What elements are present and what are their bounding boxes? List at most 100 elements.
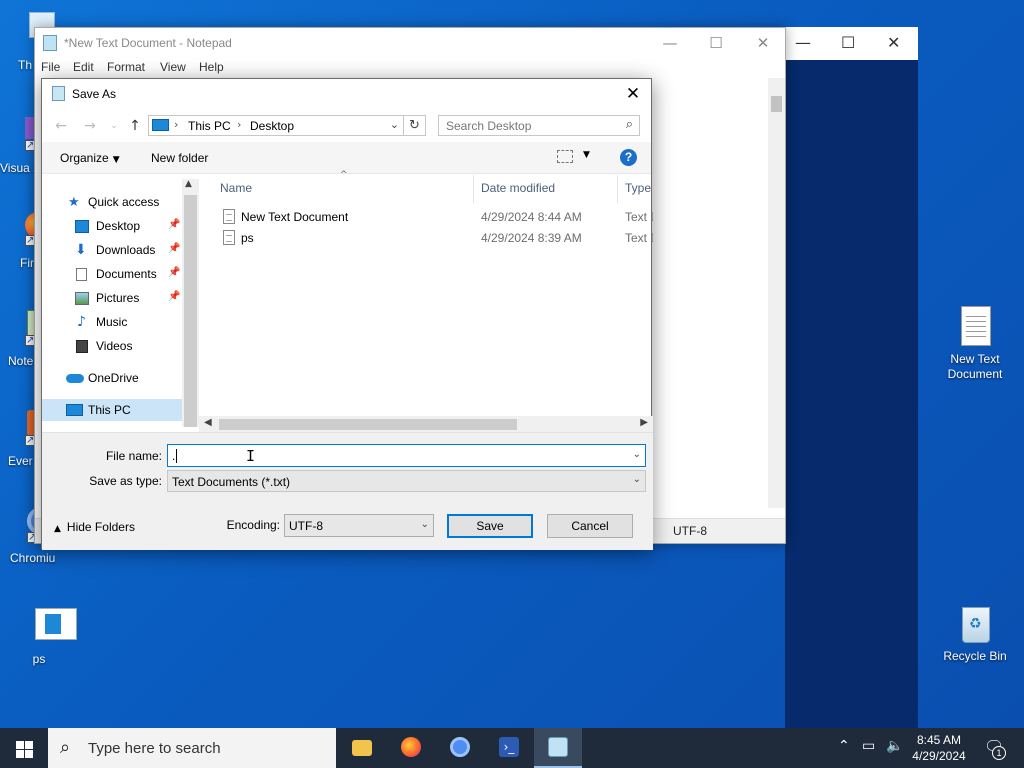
- desktop-icon: [75, 220, 89, 233]
- sidebar-item-label: Quick access: [88, 195, 160, 209]
- file-row[interactable]: New Text Document 4/29/2024 8:44 AM Text…: [199, 206, 653, 227]
- organize-label: Organize: [60, 151, 109, 165]
- menu-edit[interactable]: Edit: [73, 60, 94, 74]
- organize-button[interactable]: Organize ▼: [60, 151, 120, 165]
- column-divider[interactable]: [617, 175, 618, 203]
- pin-icon[interactable]: 📌: [168, 291, 180, 302]
- show-hidden-icons-icon[interactable]: ⌃: [838, 738, 850, 754]
- star-icon: ★: [68, 195, 80, 210]
- pictures-icon: [75, 292, 89, 305]
- file-name-input[interactable]: . I ⌄: [167, 444, 646, 467]
- file-name: ps: [241, 231, 254, 245]
- chevron-down-icon[interactable]: ▼: [583, 150, 590, 160]
- up-arrow-icon[interactable]: ↑: [125, 116, 145, 136]
- column-header-type[interactable]: Type: [625, 181, 651, 195]
- network-icon[interactable]: ▭: [862, 738, 875, 754]
- chevron-down-icon[interactable]: ⌄: [633, 449, 641, 460]
- maximize-button[interactable]: ☐: [693, 31, 739, 55]
- encoding-label: Encoding:: [226, 518, 280, 532]
- taskbar-clock[interactable]: 8:45 AM 4/29/2024: [906, 732, 972, 764]
- file-list-horizontal-scrollbar[interactable]: ◀ ▶: [199, 416, 653, 433]
- address-bar[interactable]: › This PC › Desktop ⌄: [148, 115, 404, 136]
- desktop-icon-ps[interactable]: ps: [2, 606, 77, 667]
- taskbar-powershell[interactable]: ›_: [485, 728, 533, 768]
- desktop-icon-label: New Text Document: [947, 352, 1003, 381]
- column-header-name[interactable]: Name: [220, 181, 252, 195]
- scroll-left-icon[interactable]: ◀: [204, 417, 212, 428]
- taskbar-search-box[interactable]: ⌕ Type here to search: [48, 728, 336, 768]
- breadcrumb-separator-icon[interactable]: ›: [237, 118, 241, 131]
- taskbar-file-explorer[interactable]: [338, 728, 386, 768]
- background-window-content: [785, 60, 918, 728]
- dialog-title: Save As: [72, 87, 117, 101]
- breadcrumb-desktop[interactable]: Desktop: [250, 119, 294, 133]
- help-icon[interactable]: ?: [620, 149, 637, 166]
- save-as-dialog[interactable]: Save As ✕ ← → ⌄ ↑ › This PC › Desktop ⌄ …: [41, 78, 653, 550]
- sidebar-item-label: Desktop: [96, 219, 141, 233]
- notepad-vertical-scrollbar[interactable]: [768, 78, 785, 508]
- start-button[interactable]: [0, 728, 48, 768]
- save-as-type-label: Save as type:: [89, 474, 162, 488]
- sidebar-item-label: Music: [96, 315, 128, 329]
- scroll-right-icon[interactable]: ▶: [640, 417, 648, 428]
- desktop-icon-new-text-document[interactable]: New Text Document: [938, 306, 1012, 382]
- save-button[interactable]: Save: [447, 514, 533, 538]
- taskbar-notepad[interactable]: [534, 728, 582, 768]
- save-as-type-select[interactable]: Text Documents (*.txt) ⌄: [167, 470, 646, 492]
- breadcrumb-separator-icon[interactable]: ›: [174, 118, 178, 131]
- column-divider[interactable]: [473, 175, 474, 203]
- taskbar-firefox[interactable]: [387, 728, 435, 768]
- forward-arrow-icon[interactable]: →: [80, 116, 100, 136]
- recent-locations-icon[interactable]: ⌄: [104, 116, 124, 136]
- cancel-button[interactable]: Cancel: [547, 514, 633, 538]
- pin-icon[interactable]: 📌: [168, 243, 180, 254]
- menu-help[interactable]: Help: [199, 60, 224, 74]
- minimize-icon[interactable]: —: [795, 33, 811, 52]
- maximize-icon[interactable]: ☐: [841, 33, 855, 52]
- notepad-icon: [548, 737, 568, 757]
- chevron-down-icon: ⌄: [632, 474, 641, 485]
- taskbar-chromium[interactable]: [436, 728, 484, 768]
- pin-icon[interactable]: 📌: [168, 219, 180, 230]
- menu-file[interactable]: File: [41, 60, 60, 74]
- back-arrow-icon[interactable]: ←: [51, 116, 71, 136]
- chevron-down-icon[interactable]: ⌄: [390, 118, 399, 131]
- file-row[interactable]: ps 4/29/2024 8:39 AM Text Document: [199, 227, 653, 248]
- refresh-button[interactable]: ↻: [404, 115, 426, 136]
- notification-center-button[interactable]: 🗨 1: [978, 728, 1018, 768]
- minimize-button[interactable]: —: [647, 31, 693, 55]
- taskbar: ⌕ Type here to search ›_ ⌃ ▭ 🔈 8:45 AM 4…: [0, 728, 1024, 768]
- encoding-select[interactable]: UTF-8 ⌄: [284, 514, 434, 537]
- close-button[interactable]: ✕: [621, 83, 645, 105]
- menu-view[interactable]: View: [160, 60, 186, 74]
- view-options-icon[interactable]: [557, 150, 573, 163]
- background-window[interactable]: — ☐ ✕: [785, 27, 918, 728]
- file-date-modified: 4/29/2024 8:39 AM: [481, 231, 582, 245]
- notepad-icon: [52, 86, 65, 101]
- sidebar-item-label: This PC: [88, 403, 131, 417]
- file-name: New Text Document: [241, 210, 349, 224]
- close-icon[interactable]: ✕: [887, 33, 900, 52]
- scrollbar-thumb[interactable]: [184, 195, 197, 427]
- volume-muted-icon[interactable]: 🔈: [886, 738, 903, 754]
- breadcrumb-this-pc[interactable]: This PC: [188, 119, 231, 133]
- column-header-date-modified[interactable]: Date modified: [481, 181, 555, 195]
- scrollbar-thumb[interactable]: [771, 96, 782, 112]
- pin-icon[interactable]: 📌: [168, 267, 180, 278]
- search-input[interactable]: Search Desktop ⌕: [438, 115, 640, 136]
- scroll-up-icon[interactable]: ▲: [185, 179, 192, 189]
- search-placeholder: Search Desktop: [446, 119, 532, 133]
- file-date-modified: 4/29/2024 8:44 AM: [481, 210, 582, 224]
- onedrive-icon: [66, 374, 84, 383]
- notepad-icon: [43, 35, 57, 51]
- navigation-pane-scrollbar[interactable]: ▲: [182, 179, 199, 427]
- new-folder-button[interactable]: New folder: [151, 151, 208, 165]
- scrollbar-thumb[interactable]: [219, 419, 517, 430]
- menu-format[interactable]: Format: [107, 60, 145, 74]
- videos-icon: [76, 340, 88, 353]
- close-button[interactable]: ✕: [740, 31, 786, 55]
- hide-folders-button[interactable]: ▲ Hide Folders: [54, 520, 135, 534]
- sidebar-item-label: OneDrive: [88, 371, 139, 385]
- desktop-icon-recycle-bin[interactable]: ♻ Recycle Bin: [938, 603, 1012, 664]
- chromium-icon: [450, 737, 470, 757]
